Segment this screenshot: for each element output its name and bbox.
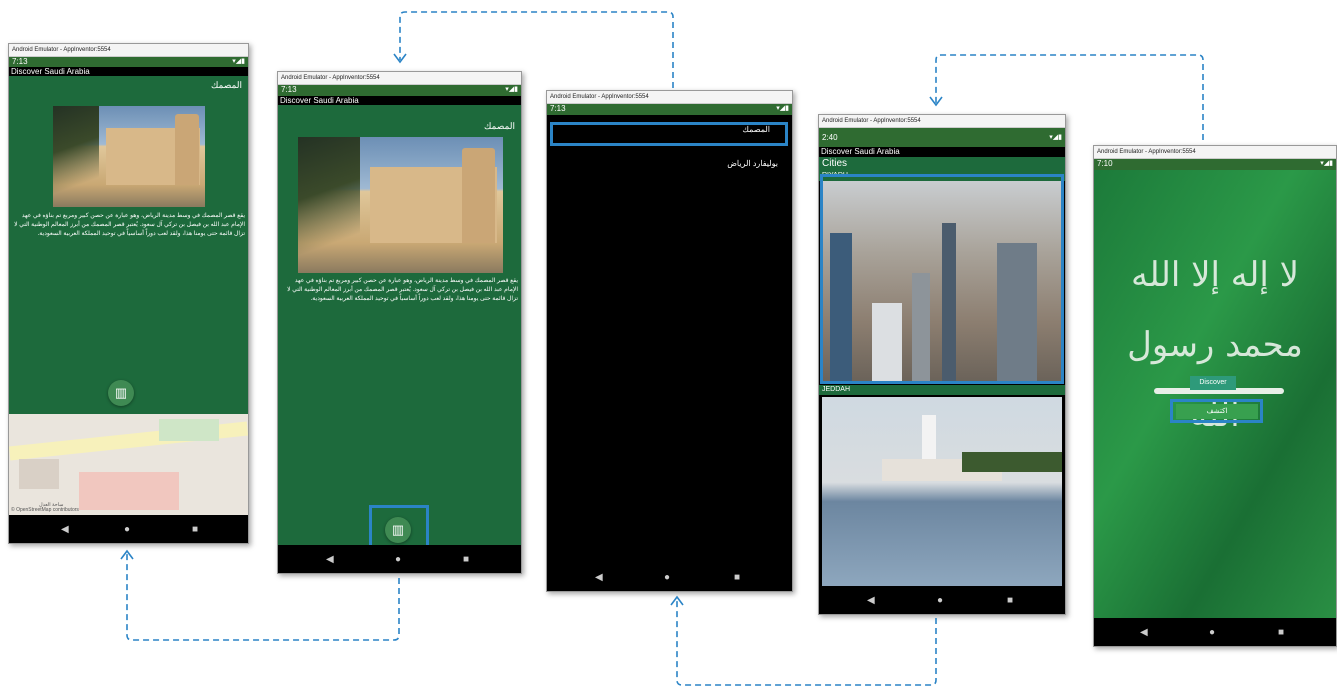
arrow-screen3-to-screen2: [399, 11, 674, 88]
arrow-screen4-to-screen3: [676, 600, 937, 686]
arrow-screen5-to-screen4: [935, 54, 1204, 140]
arrow-screen2-to-screen1: [126, 552, 400, 641]
navigation-arrows: [120, 11, 1204, 686]
